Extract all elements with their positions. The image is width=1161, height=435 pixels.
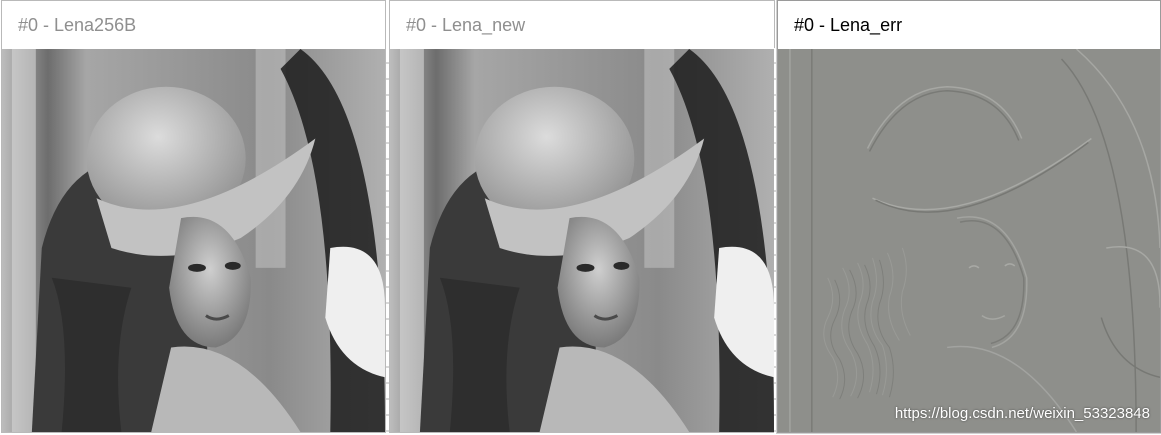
watermark-text: https://blog.csdn.net/weixin_53323848 (894, 405, 1150, 422)
image-window-lena256b[interactable]: #0 - Lena256B (1, 0, 386, 433)
image-canvas-reconstructed (390, 49, 774, 432)
lena-original-image (2, 49, 385, 432)
image-canvas-original (2, 49, 385, 432)
image-window-lena-new[interactable]: #0 - Lena_new (389, 0, 775, 433)
window-title[interactable]: #0 - Lena_err (778, 1, 1160, 49)
window-title[interactable]: #0 - Lena_new (390, 1, 774, 49)
window-title[interactable]: #0 - Lena256B (2, 1, 385, 49)
lena-new-image (390, 49, 774, 432)
image-window-lena-err[interactable]: #0 - Lena_err https://blog.csdn.net/weix… (777, 0, 1161, 433)
lena-err-image (778, 49, 1160, 432)
image-canvas-error: https://blog.csdn.net/weixin_53323848 (778, 49, 1160, 432)
